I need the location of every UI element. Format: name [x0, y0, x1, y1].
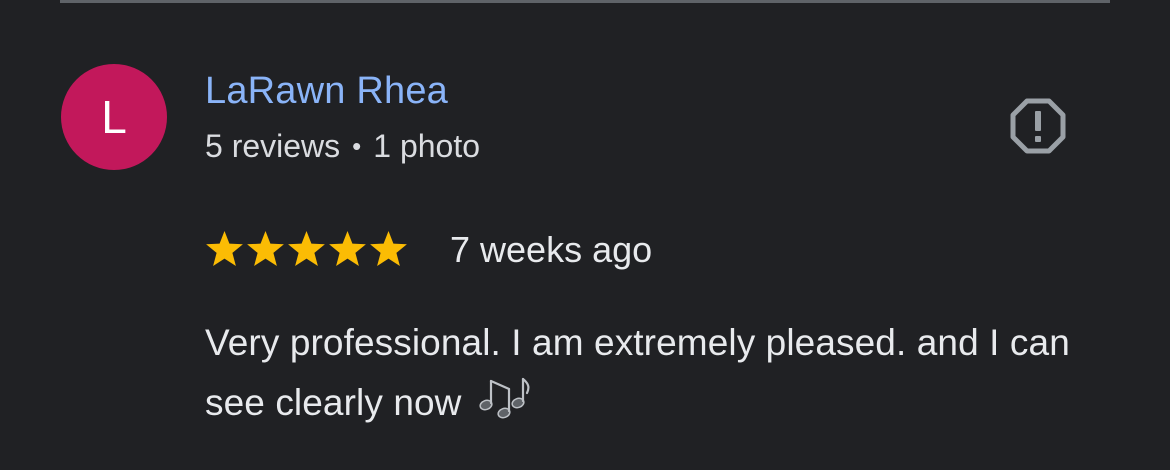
musical-notes-icon: [478, 375, 532, 423]
star-rating: [204, 229, 409, 269]
author-name-link[interactable]: LaRawn Rhea: [205, 70, 448, 113]
photos-count: 1 photo: [373, 128, 481, 164]
review-time: 7 weeks ago: [450, 229, 653, 270]
star-icon: [368, 229, 409, 269]
report-octagon-icon[interactable]: [1008, 96, 1068, 156]
avatar-initial: L: [101, 91, 127, 143]
star-icon: [327, 229, 368, 269]
reviews-count: 5 reviews: [205, 128, 341, 164]
avatar[interactable]: L: [61, 64, 167, 170]
star-icon: [286, 229, 327, 269]
star-icon: [245, 229, 286, 269]
meta-separator: •: [352, 131, 362, 161]
author-meta: 5 reviews • 1 photo: [205, 128, 480, 165]
star-icon: [204, 229, 245, 269]
review-text: Very professional. I am extremely please…: [205, 313, 1125, 433]
top-divider: [60, 0, 1110, 3]
review-text-content: Very professional. I am extremely please…: [205, 322, 1070, 423]
